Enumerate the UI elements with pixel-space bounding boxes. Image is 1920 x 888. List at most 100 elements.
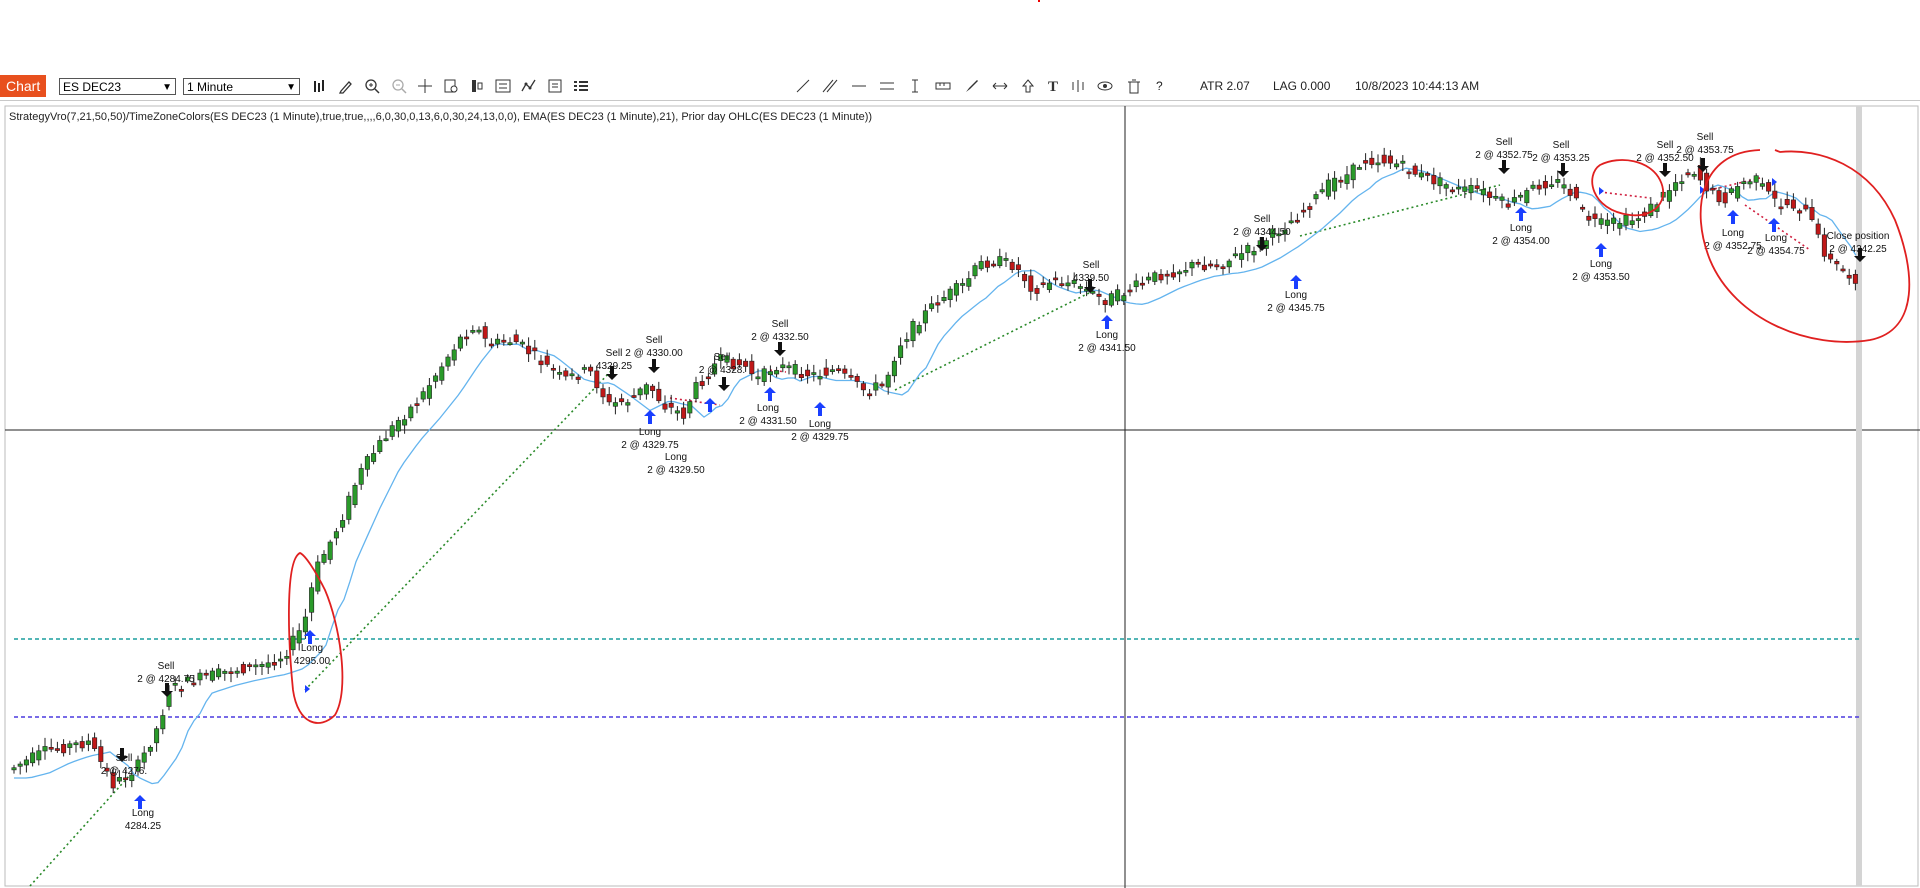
candle (1319, 182, 1325, 195)
candle (1524, 187, 1530, 206)
trade-marker-long[interactable]: Long 4284.25 (125, 795, 162, 832)
candle (1065, 275, 1071, 291)
candle (953, 280, 959, 302)
ruler-icon[interactable] (934, 78, 952, 96)
trade-marker-sell[interactable]: Sell 2 @ 4330.00 (625, 335, 683, 373)
candle (265, 654, 271, 674)
data-box-icon[interactable] (442, 78, 460, 96)
trade-marker-long[interactable]: Long 2 @ 4354.00 (1492, 207, 1550, 247)
trade-marker-long[interactable]: Long 2 @ 4354.75 (1747, 218, 1805, 257)
line-icon[interactable] (794, 78, 812, 96)
candle (1530, 180, 1536, 191)
candle (544, 349, 550, 367)
trade-side-label: Sell (646, 335, 663, 346)
horizontal-line-icon[interactable] (850, 78, 868, 96)
candle (631, 388, 637, 399)
trade-price-label: 2 @ 4342.25 (1829, 244, 1887, 255)
candle (823, 359, 829, 379)
instrument-value: ES DEC23 (63, 80, 122, 94)
candle (910, 318, 916, 348)
templates-icon[interactable] (546, 78, 564, 96)
candle (563, 367, 569, 381)
candle (1406, 169, 1412, 179)
brush-icon[interactable] (963, 78, 981, 96)
candle (1592, 206, 1598, 228)
menu-icon[interactable] (572, 78, 590, 96)
candle (346, 491, 352, 525)
trade-side-label: Long (301, 643, 323, 654)
trade-marker-sell[interactable]: Sell 2 @ 4352.75 (1475, 137, 1533, 174)
candle (222, 669, 228, 681)
trade-marker-sell[interactable]: Sell 2 @ 4332.50 (751, 319, 809, 356)
trade-side-label: Long (1590, 259, 1612, 270)
indicators-icon[interactable] (520, 78, 538, 96)
ray-icon[interactable] (821, 78, 839, 96)
candle (891, 356, 897, 383)
pencil-icon[interactable] (337, 78, 355, 96)
candle (1332, 171, 1338, 200)
candle (1251, 246, 1257, 263)
trade-price-label: 2 @ 4284.75 (137, 674, 195, 685)
fib-icon[interactable] (1069, 78, 1087, 96)
candle (1474, 178, 1480, 193)
candle (656, 381, 662, 404)
expand-icon[interactable] (991, 78, 1009, 96)
text-icon[interactable]: T (1044, 78, 1062, 96)
trade-marker-long[interactable]: Long 2 @ 4329.75 (791, 402, 849, 443)
candle (36, 744, 42, 766)
candle (1189, 259, 1195, 277)
candle (408, 404, 414, 422)
candle (606, 386, 612, 406)
arrow-up-icon[interactable] (1019, 78, 1037, 96)
atr-readout: ATR 2.07 (1200, 79, 1250, 93)
eye-icon[interactable] (1096, 78, 1114, 96)
bar-type-icon[interactable] (310, 78, 328, 96)
price-chart[interactable]: Sell 2 @ 4276. Long 4284.25 Sell 2 @ 4284.75 L… (0, 101, 1920, 888)
candle (1449, 186, 1455, 195)
candle (30, 747, 36, 767)
trade-side-label: Sell (158, 661, 175, 672)
candle (1369, 150, 1375, 169)
trade-marker-sell[interactable]: Sell 2 @ 4353.25 (1532, 140, 1590, 177)
candlesticks (11, 147, 1858, 794)
trash-icon[interactable] (1125, 78, 1143, 96)
candle (1158, 269, 1164, 284)
zoom-out-icon[interactable] (390, 78, 408, 96)
trade-marker-long[interactable]: Long 2 @ 4331.50 (739, 387, 797, 427)
trade-marker-sell[interactable]: Sell 2 @ 4284.75 (137, 661, 195, 697)
candle (402, 414, 408, 434)
trade-price-label: 2 @ 4354.75 (1747, 246, 1805, 257)
trade-marker-long[interactable]: Long 2 @ 4353.50 (1572, 243, 1630, 283)
candle (1536, 179, 1542, 195)
help-button[interactable]: ? (1156, 79, 1163, 93)
trade-marker-long[interactable]: Long 2 @ 4341.50 (1078, 315, 1136, 354)
properties-icon[interactable] (494, 78, 512, 96)
chart-tab[interactable]: Chart (0, 75, 47, 97)
trade-marker-close-position[interactable]: Close position 2 @ 4342.25 (1827, 231, 1890, 262)
zoom-in-icon[interactable] (363, 78, 381, 96)
candle (1487, 187, 1493, 206)
candle (898, 337, 904, 365)
trade-side-label: Long (1722, 228, 1744, 239)
candle (439, 362, 445, 385)
instrument-selector[interactable]: ES DEC23 ▼ (59, 78, 176, 95)
candle (1728, 186, 1734, 195)
text-cursor-icon[interactable] (906, 78, 924, 96)
candle (352, 482, 358, 508)
candle (1164, 270, 1170, 285)
candle (557, 365, 563, 380)
trade-price-label: 2 @ 4329.75 (791, 432, 849, 443)
candle (836, 364, 842, 374)
entry-triangle-icon (1599, 187, 1604, 195)
candle (650, 384, 656, 399)
double-line-icon[interactable] (878, 78, 896, 96)
strategies-icon[interactable] (468, 78, 486, 96)
trade-marker-sell[interactable]: Sell 2 @ 4328. (699, 352, 745, 391)
arrow-up-icon (1515, 207, 1527, 221)
trade-marker-sell[interactable]: Sell 2 @ 4353.75 (1676, 132, 1734, 172)
interval-selector[interactable]: 1 Minute ▼ (183, 78, 300, 95)
arrow-up-icon (1595, 243, 1607, 257)
candle (464, 329, 470, 346)
crosshair-icon[interactable] (416, 78, 434, 96)
trade-marker-long[interactable]: Long 2 @ 4345.75 (1267, 275, 1325, 314)
